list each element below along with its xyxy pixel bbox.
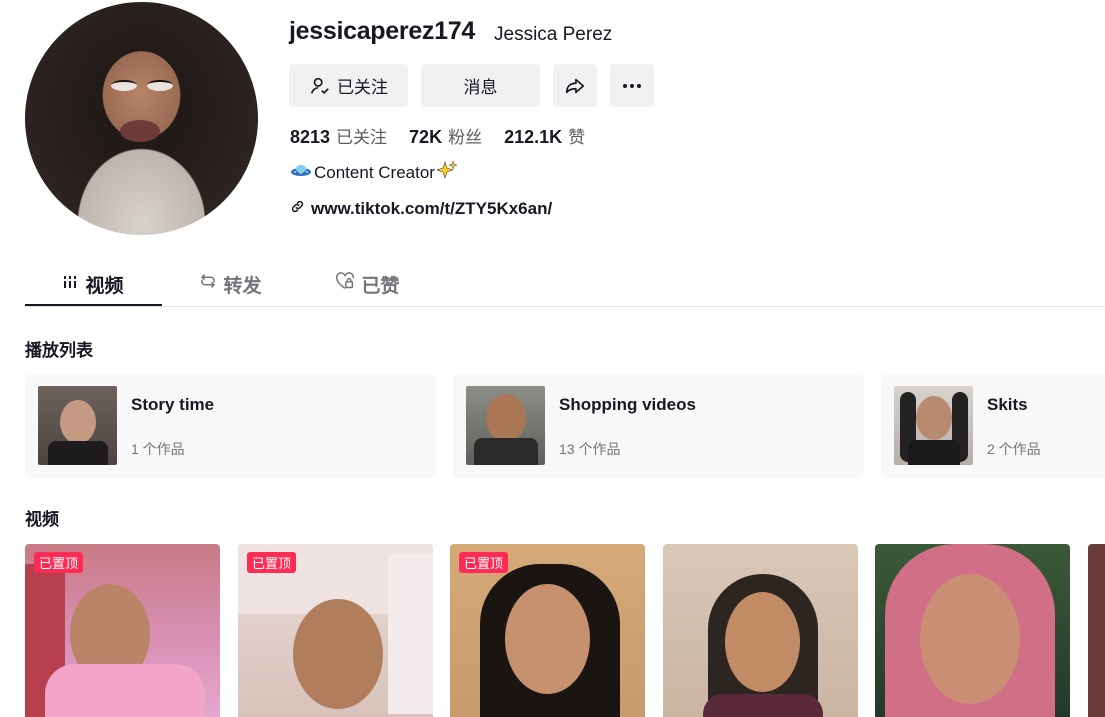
following-label[interactable]: 已关注 — [336, 123, 387, 148]
playlists-heading: 播放列表 — [25, 341, 93, 360]
playlist-thumbnail — [894, 386, 973, 465]
share-icon — [564, 75, 586, 97]
tab-liked-label: 已赞 — [361, 275, 400, 297]
sparkles-icon — [436, 160, 458, 185]
video-card[interactable]: 已置顶 — [238, 544, 433, 717]
playlist-title: Skits — [987, 395, 1028, 414]
more-button[interactable] — [610, 64, 654, 107]
repost-icon — [199, 272, 217, 296]
bio-text: Content Creator — [314, 162, 435, 182]
followers-count: 72K — [409, 127, 443, 147]
tab-liked[interactable]: 已赞 — [299, 262, 436, 306]
video-card[interactable] — [663, 544, 858, 717]
profile-nickname: Jessica Perez — [494, 24, 613, 45]
following-count: 8213 — [290, 127, 331, 147]
pinned-badge: 已置顶 — [34, 552, 84, 573]
video-card-partial[interactable] — [1088, 544, 1105, 717]
playlist-card[interactable]: Story time 1 个作品 — [25, 374, 436, 478]
followers-label[interactable]: 粉丝 — [448, 123, 482, 148]
playlist-count: 13 个作品 — [559, 441, 621, 457]
playlist-title: Shopping videos — [559, 395, 696, 414]
tab-reposts[interactable]: 转发 — [162, 262, 299, 306]
avatar-detail — [147, 80, 173, 91]
likes-count: 212.1K — [504, 127, 563, 147]
profile-bio: Content Creator — [290, 160, 458, 185]
lock-heart-icon — [335, 272, 355, 296]
videos-heading: 视频 — [25, 510, 59, 529]
video-card[interactable]: 已置顶 — [450, 544, 645, 717]
playlist-thumbnail — [466, 386, 545, 465]
playlist-title: Story time — [131, 395, 215, 414]
profile-stats: 8213 已关注 72K 粉丝 212.1K 赞 — [290, 123, 607, 148]
profile-link-text[interactable]: www.tiktok.com/t/ZTY5Kx6an/ — [311, 199, 552, 219]
pinned-badge: 已置顶 — [459, 552, 509, 573]
more-icon — [622, 83, 642, 89]
user-check-icon — [309, 75, 331, 97]
likes-label: 赞 — [568, 128, 586, 147]
avatar-detail — [120, 120, 160, 142]
link-icon — [290, 199, 305, 219]
profile-link[interactable]: www.tiktok.com/t/ZTY5Kx6an/ — [290, 199, 552, 219]
profile-avatar[interactable] — [25, 2, 258, 235]
following-button-label: 已关注 — [337, 78, 388, 97]
message-button[interactable]: 消息 — [421, 64, 540, 107]
share-button[interactable] — [553, 64, 597, 107]
playlist-card[interactable]: Skits 2 个作品 — [881, 374, 1105, 478]
playlist-card[interactable]: Shopping videos 13 个作品 — [453, 374, 864, 478]
video-card[interactable]: 已置顶 — [25, 544, 220, 717]
playlist-count: 2 个作品 — [987, 441, 1041, 457]
tab-videos-label: 视频 — [85, 275, 124, 297]
profile-username: jessicaperez174 — [289, 17, 475, 45]
playlist-thumbnail — [38, 386, 117, 465]
tab-reposts-label: 转发 — [223, 275, 262, 297]
profile-tabs: 视频 转发 已赞 — [25, 262, 1105, 307]
following-button[interactable]: 已关注 — [289, 64, 408, 107]
message-button-label: 消息 — [463, 78, 498, 97]
video-card[interactable] — [875, 544, 1070, 717]
avatar-detail — [111, 80, 137, 91]
tab-videos[interactable]: 视频 — [25, 262, 162, 306]
pinned-badge: 已置顶 — [247, 552, 297, 573]
active-tab-underline — [25, 304, 162, 306]
playlist-count: 1 个作品 — [131, 441, 185, 457]
flying-saucer-icon — [290, 162, 312, 183]
grid-icon — [63, 273, 77, 295]
